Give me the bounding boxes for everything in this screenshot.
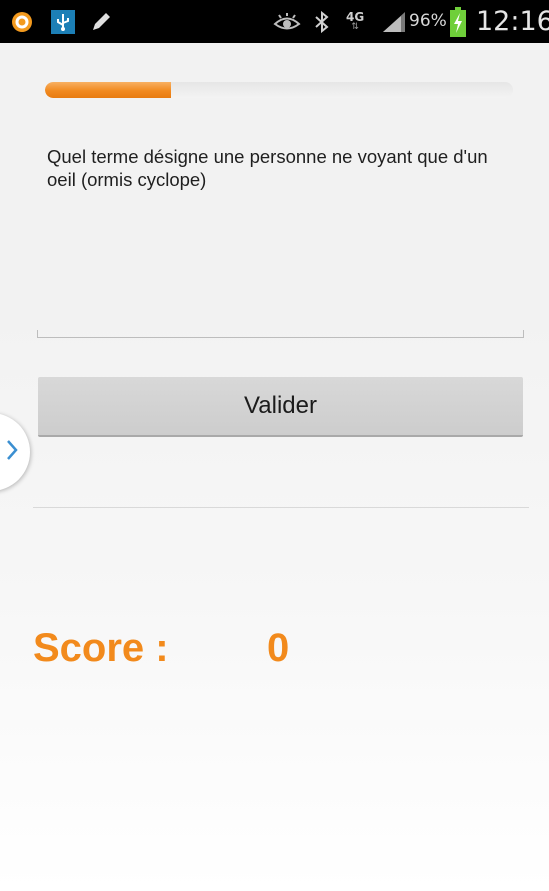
score-label: Score : (33, 626, 169, 670)
status-bar: 4G ⇅ 96% 12:16 (0, 0, 549, 43)
divider (33, 507, 529, 508)
question-text: Quel terme désigne une personne ne voyan… (47, 146, 488, 190)
usb-icon (51, 0, 75, 43)
quiz-progress-bar (45, 82, 513, 98)
battery-charging-icon (449, 0, 467, 43)
score-value: 0 (267, 626, 290, 670)
orange-app-icon (11, 0, 33, 43)
quiz-progress-fill (45, 82, 172, 98)
bluetooth-icon (314, 0, 330, 43)
battery-percent: 96% (409, 11, 447, 31)
side-drawer-handle[interactable] (0, 413, 30, 491)
data-arrows-icon: ⇅ (351, 22, 359, 32)
signal-icon (381, 0, 407, 43)
pencil-icon (89, 0, 113, 43)
network-4g-icon: 4G ⇅ (346, 0, 364, 43)
answer-input[interactable] (37, 300, 524, 338)
clock: 12:16 (476, 6, 549, 37)
chevron-right-icon (6, 439, 18, 465)
validate-button[interactable]: Valider (38, 377, 523, 437)
input-underline-tick (523, 330, 524, 338)
eye-icon (273, 0, 301, 43)
input-underline-tick (37, 330, 38, 338)
